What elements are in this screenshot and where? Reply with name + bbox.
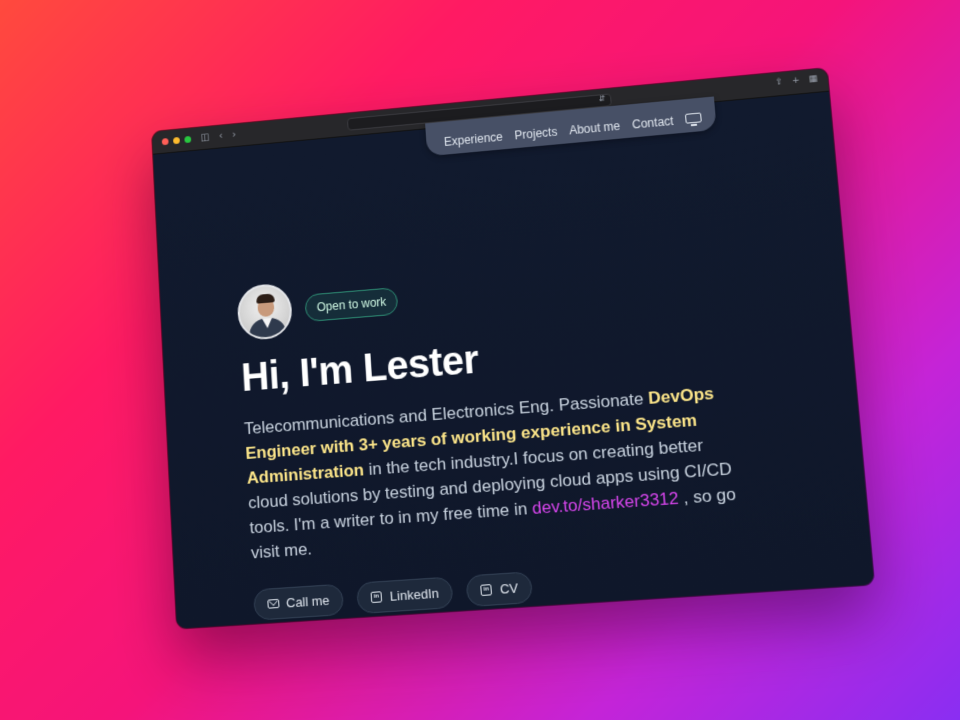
window-controls bbox=[161, 135, 192, 146]
hero-section: Open to work Hi, I'm Lester Telecommunic… bbox=[236, 243, 779, 621]
linkedin-icon: in bbox=[370, 591, 384, 604]
linkedin-label: LinkedIn bbox=[389, 585, 440, 604]
zoom-window-button[interactable] bbox=[184, 135, 192, 144]
sidebar-icon[interactable]: ◫ bbox=[200, 132, 209, 143]
devto-link[interactable]: dev.to/sharker3312 bbox=[531, 489, 679, 518]
back-icon[interactable]: ‹ bbox=[219, 131, 223, 142]
monitor-icon[interactable] bbox=[685, 112, 702, 126]
cv-button[interactable]: in CV bbox=[465, 571, 534, 608]
mail-icon bbox=[267, 596, 280, 610]
hero-buttons: Call me in LinkedIn in CV bbox=[253, 555, 779, 621]
nav-link-projects[interactable]: Projects bbox=[514, 125, 558, 143]
minimize-window-button[interactable] bbox=[173, 136, 180, 145]
screenshot-stage: ◫ ‹ › ⇵ ⇧ + ▦ Experience Projects About … bbox=[0, 0, 960, 720]
open-to-work-badge: Open to work bbox=[304, 287, 399, 323]
nav-link-experience[interactable]: Experience bbox=[444, 130, 504, 149]
linkedin-icon: in bbox=[480, 584, 493, 596]
new-tab-icon[interactable]: + bbox=[792, 76, 801, 87]
cv-label: CV bbox=[499, 580, 519, 597]
tabs-overview-icon[interactable]: ▦ bbox=[808, 74, 818, 85]
forward-icon[interactable]: › bbox=[232, 129, 236, 140]
call-me-label: Call me bbox=[285, 592, 330, 611]
nav-link-about-me[interactable]: About me bbox=[569, 119, 621, 137]
hero-description: Telecommunications and Electronics Eng. … bbox=[243, 379, 743, 565]
address-bar-dropdown-icon[interactable]: ⇵ bbox=[598, 94, 605, 103]
call-me-button[interactable]: Call me bbox=[253, 583, 345, 621]
browser-right-toolbar: ⇧ + ▦ bbox=[775, 74, 818, 88]
browser-window: ◫ ‹ › ⇵ ⇧ + ▦ Experience Projects About … bbox=[151, 68, 875, 629]
linkedin-button[interactable]: in LinkedIn bbox=[356, 576, 454, 615]
nav-link-contact[interactable]: Contact bbox=[632, 114, 674, 131]
close-window-button[interactable] bbox=[161, 138, 169, 146]
page-content: Experience Projects About me Contact Ope… bbox=[153, 91, 875, 629]
avatar bbox=[236, 282, 294, 342]
share-icon[interactable]: ⇧ bbox=[775, 77, 784, 88]
